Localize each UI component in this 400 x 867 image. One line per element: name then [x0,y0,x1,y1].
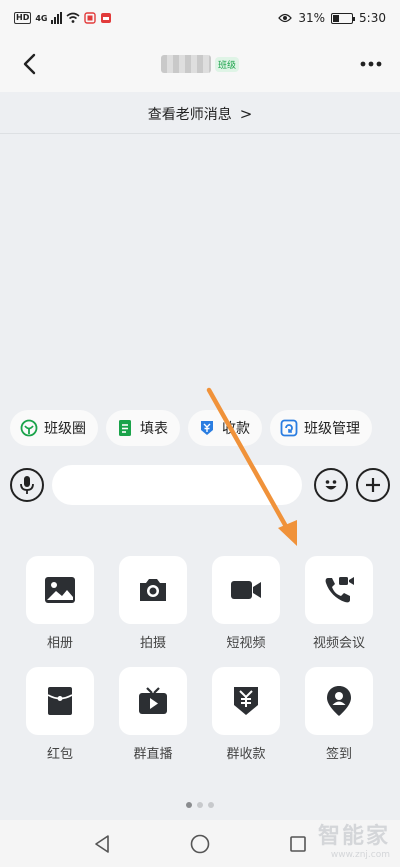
chip-class-circle[interactable]: 班级圈 [10,410,98,446]
panel-item-group-collect[interactable]: 群收款 [212,667,280,762]
yuan-collect-icon [234,687,258,715]
location-pin-icon [327,686,351,716]
view-teacher-messages[interactable]: 查看老师消息 > [0,94,400,134]
chip-label: 收款 [222,421,250,437]
app-notification-icon-2 [101,13,112,23]
circle-home-icon [190,834,210,853]
camera-tile[interactable] [119,556,187,624]
quick-actions: 班级圈 填表 收款 班级管理 [0,410,400,450]
check-in-tile[interactable] [305,667,373,735]
panel-item-camera[interactable]: 拍摄 [119,556,187,651]
video-camera-icon [231,581,261,599]
video-call-icon [325,577,354,603]
red-packet-tile[interactable] [26,667,94,735]
blurred-group-name [160,55,211,73]
status-bar: HD 4G 31% 5:30 [0,0,400,36]
chip-class-manage[interactable]: 班级管理 [270,410,372,446]
panel-item-album[interactable]: 相册 [26,556,94,651]
more-dots-icon [360,61,382,67]
microphone-icon [20,476,34,494]
page-dot [197,802,203,808]
chip-label: 填表 [140,421,168,437]
battery-fill [333,14,340,22]
chip-label: 班级管理 [304,421,360,437]
chat-title: 班级 [160,55,239,73]
panel-item-label: 相册 [46,636,73,651]
class-badge: 班级 [214,56,239,72]
nav-home-button[interactable] [185,829,215,859]
panel-item-short-video[interactable]: 短视频 [212,556,280,651]
signal-icon [51,12,63,24]
page-indicator [0,802,400,808]
input-bar [0,460,400,510]
chevron-right-icon: > [239,104,253,123]
clock: 5:30 [359,11,386,25]
square-recents-icon [290,835,306,852]
chip-label: 班级圈 [44,421,86,437]
status-right: 31% 5:30 [278,11,386,25]
triangle-back-icon [95,834,109,853]
nav-recents-button[interactable] [283,829,313,859]
teacher-banner-text: 查看老师消息 [147,106,232,123]
short-video-tile[interactable] [212,556,280,624]
video-meeting-tile[interactable] [305,556,373,624]
panel-item-label: 群直播 [133,747,173,762]
live-tv-icon [139,687,167,714]
group-live-tile[interactable] [119,667,187,735]
chevron-left-icon [23,53,36,75]
voice-button[interactable] [10,468,44,502]
form-icon [116,419,134,437]
status-left: HD 4G [14,12,112,24]
watermark-title: 智能家 [317,824,390,849]
chip-payment[interactable]: 收款 [188,410,262,446]
class-manage-icon [280,419,298,437]
payment-icon [198,419,216,437]
eye-icon [278,13,293,23]
panel-item-label: 短视频 [226,636,266,651]
class-circle-icon [20,419,38,437]
hd-badge: HD [14,12,32,24]
camera-icon [140,579,166,601]
chat-header: 班级 [0,36,400,92]
panel-item-label: 红包 [46,747,73,762]
app-notification-icon [84,12,97,24]
watermark: 智能家 www.znj.com [318,818,390,860]
page-dot [208,802,214,808]
more-button[interactable] [356,50,386,78]
panel-item-video-meeting[interactable]: 视频会议 [305,556,373,651]
red-envelope-icon [47,687,73,715]
battery-icon [331,12,356,24]
emoji-button[interactable] [314,468,348,502]
panel-item-group-live[interactable]: 群直播 [119,667,187,762]
chip-fill-form[interactable]: 填表 [106,410,180,446]
wifi-icon [66,12,80,23]
album-tile[interactable] [26,556,94,624]
image-icon [45,577,75,603]
group-collect-tile[interactable] [212,667,280,735]
panel-item-label: 签到 [325,747,352,762]
function-panel: 相册 拍摄 短视频 视频会议 红包 群直播 群收款 签到 [26,556,386,762]
nav-back-button[interactable] [87,829,117,859]
emoji-icon [325,480,337,490]
panel-item-label: 视频会议 [312,636,365,651]
plus-icon [366,478,380,492]
panel-item-label: 拍摄 [139,636,166,651]
panel-item-red-packet[interactable]: 红包 [26,667,94,762]
network-type: 4G [35,13,48,23]
watermark-url: www.znj.com [330,850,390,860]
add-button[interactable] [356,468,390,502]
back-button[interactable] [14,46,44,82]
message-input[interactable] [52,465,302,505]
battery-percent: 31% [298,11,326,25]
panel-item-check-in[interactable]: 签到 [305,667,373,762]
panel-item-label: 群收款 [226,747,266,762]
page-dot [186,802,192,808]
